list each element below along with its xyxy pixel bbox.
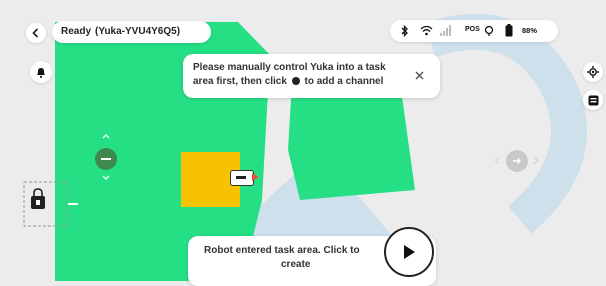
- prompt-line-2: create: [281, 259, 311, 270]
- toast-line-2: area first, then click to add a channel: [193, 75, 383, 88]
- secondary-area-control[interactable]: [506, 150, 528, 172]
- close-icon[interactable]: [415, 71, 424, 80]
- battery-percent: 88%: [522, 26, 538, 35]
- toast-line-2-start: area first, then click: [193, 76, 287, 87]
- dock-icon[interactable]: [30, 188, 46, 210]
- chevron-up-icon[interactable]: [102, 133, 110, 139]
- locate-icon: [587, 66, 599, 78]
- robot-heading-icon: [252, 173, 259, 181]
- battery-icon: [505, 24, 513, 37]
- device-status-pill: Ready (Yuka-YVU4Y6Q5): [52, 21, 211, 43]
- add-channel-inline-icon: [291, 77, 300, 85]
- signal-icon: [440, 25, 451, 36]
- wifi-icon: [420, 25, 433, 36]
- instruction-toast: Please manually control Yuka into a task…: [183, 54, 440, 98]
- robot-icon: [588, 95, 598, 105]
- chevron-left-icon[interactable]: [494, 156, 500, 165]
- toast-line-2-end: to add a channel: [304, 76, 384, 87]
- back-arrow-icon: [32, 28, 39, 38]
- switch-icon: [101, 158, 111, 160]
- notifications-button[interactable]: [30, 61, 52, 83]
- toast-line-1: Please manually control Yuka into a task: [193, 62, 386, 73]
- system-status-bar: POS 88%: [390, 20, 558, 42]
- device-id: (Yuka-YVU4Y6Q5): [95, 26, 181, 37]
- bell-icon: [37, 67, 45, 78]
- pos-label: POS: [465, 26, 480, 33]
- play-icon: [404, 245, 415, 259]
- area-switch-control[interactable]: [95, 148, 117, 170]
- chevron-down-icon[interactable]: [102, 175, 110, 181]
- arrow-right-icon: [513, 158, 521, 164]
- chevron-right-icon[interactable]: [533, 156, 539, 165]
- back-button[interactable]: [26, 23, 46, 43]
- robot-status-button[interactable]: [583, 90, 603, 110]
- status-label: Ready: [61, 26, 92, 37]
- start-button[interactable]: [384, 227, 434, 277]
- watermark-stroke: [424, 13, 587, 234]
- prompt-line-1: Robot entered task area. Click to: [204, 245, 360, 256]
- robot-marker: [230, 170, 254, 186]
- gps-icon: [484, 25, 494, 36]
- bluetooth-icon: [401, 25, 408, 37]
- locate-button[interactable]: [583, 62, 603, 82]
